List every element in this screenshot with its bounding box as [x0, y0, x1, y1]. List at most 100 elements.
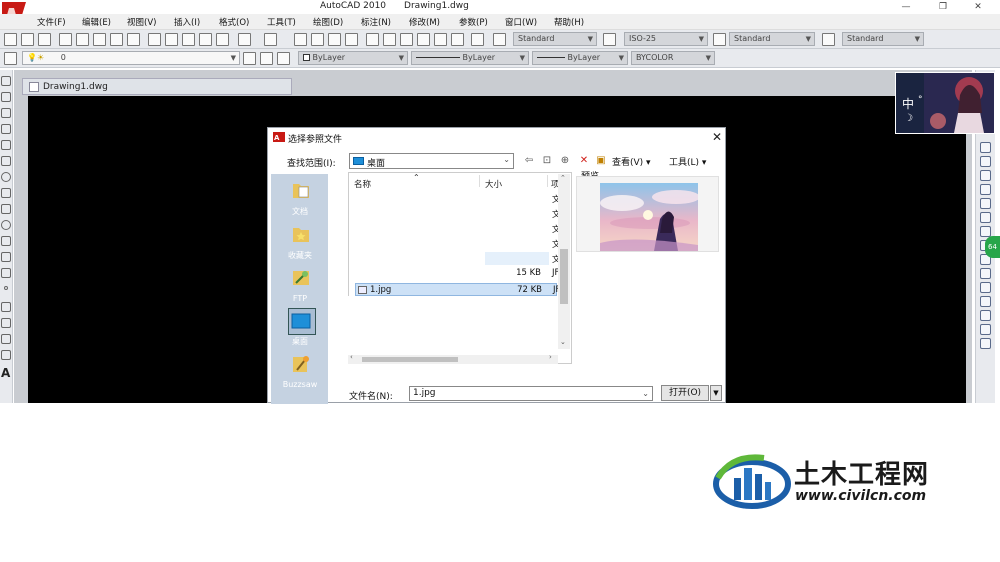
chevron-down-icon[interactable]: ⌄ [642, 387, 649, 400]
text-style-icon[interactable] [493, 33, 506, 46]
file-list-vertical-scrollbar[interactable]: ⌃ ⌄ [558, 174, 570, 349]
cut-icon[interactable] [148, 33, 161, 46]
ellipse-icon[interactable] [1, 220, 11, 230]
place-desktop[interactable]: 桌面 [275, 308, 325, 350]
sheet-set-icon[interactable] [127, 33, 140, 46]
zoom-previous-icon[interactable] [345, 33, 358, 46]
menu-edit[interactable]: 编辑(E) [82, 16, 111, 28]
layer-properties-icon[interactable] [4, 52, 17, 65]
redo-icon[interactable] [264, 33, 277, 46]
look-in-combo[interactable]: 桌面 ⌄ [349, 153, 514, 169]
file-row[interactable]: 文 [355, 207, 561, 220]
place-ftp[interactable]: FTP [275, 266, 325, 308]
dim-style-combo[interactable]: ISO-25 ▼ [624, 32, 708, 46]
scroll-left-icon[interactable]: ‹ [350, 353, 353, 361]
construction-line-icon[interactable] [1, 92, 11, 102]
text-style-combo[interactable]: Standard ▼ [513, 32, 597, 46]
menu-format[interactable]: 格式(O) [219, 16, 249, 28]
ime-chinese-mode[interactable]: 中 [902, 95, 914, 112]
file-row[interactable]: 15 KB JF [355, 267, 559, 280]
drawing-window-titlebar[interactable]: Drawing1.dwg [22, 78, 292, 95]
multileader-style-icon[interactable] [822, 33, 835, 46]
views-menu[interactable]: 查看(V) ▾ [612, 155, 651, 168]
paste-icon[interactable] [182, 33, 195, 46]
zoom-realtime-icon[interactable] [311, 33, 324, 46]
color-combo[interactable]: ByLayer ▼ [298, 51, 408, 65]
design-center-icon[interactable] [383, 33, 396, 46]
region-icon[interactable] [1, 334, 11, 344]
menu-insert[interactable]: 插入(I) [174, 16, 200, 28]
layer-previous-icon[interactable] [260, 52, 273, 65]
polyline-icon[interactable] [1, 108, 11, 118]
menu-view[interactable]: 视图(V) [127, 16, 156, 28]
pan-icon[interactable] [294, 33, 307, 46]
layer-states-icon[interactable] [277, 52, 290, 65]
save-icon[interactable] [38, 33, 51, 46]
vertical-scroll-thumb[interactable] [560, 249, 568, 304]
file-row[interactable]: 文 [355, 252, 561, 265]
scroll-right-icon[interactable]: › [549, 353, 552, 361]
polygon-icon[interactable] [1, 124, 11, 134]
dim-style-icon[interactable] [603, 33, 616, 46]
ime-status-widget[interactable]: 中 ° ☽ [895, 72, 995, 134]
place-buzzsaw[interactable]: Buzzsaw [275, 352, 325, 394]
break-icon[interactable] [980, 296, 991, 307]
hatch-icon[interactable] [1, 302, 11, 312]
file-row[interactable]: 文 [355, 192, 561, 205]
horizontal-scroll-thumb[interactable] [362, 357, 458, 362]
properties-icon[interactable] [366, 33, 379, 46]
menu-dimension[interactable]: 标注(N) [361, 16, 391, 28]
lineweight-combo[interactable]: ByLayer ▼ [532, 51, 628, 65]
floating-ball-badge[interactable]: 64 [985, 236, 1000, 258]
scroll-down-icon[interactable]: ⌄ [560, 338, 566, 346]
ellipse-arc-icon[interactable] [1, 236, 11, 246]
column-header-size[interactable]: 大小 [485, 178, 502, 190]
menu-help[interactable]: 帮助(H) [554, 16, 584, 28]
move-icon[interactable] [980, 212, 991, 223]
help-icon[interactable] [471, 33, 484, 46]
place-favorites[interactable]: 收藏夹 [275, 222, 325, 264]
quickcalc-icon[interactable] [451, 33, 464, 46]
layer-combo[interactable]: 💡☀ 0 ▼ [22, 51, 240, 65]
moon-icon[interactable]: ☽ [904, 113, 913, 124]
dialog-close-button[interactable]: ✕ [709, 129, 725, 145]
match-properties-icon[interactable] [199, 33, 212, 46]
copy-icon[interactable] [165, 33, 178, 46]
join-icon[interactable] [980, 310, 991, 321]
make-block-icon[interactable] [1, 268, 11, 278]
chamfer-icon[interactable] [980, 324, 991, 335]
multileader-style-combo[interactable]: Standard ▼ [842, 32, 924, 46]
menu-parametric[interactable]: 参数(P) [459, 16, 488, 28]
scroll-up-icon[interactable]: ⌃ [560, 174, 566, 182]
back-icon[interactable]: ⇦ [522, 154, 536, 168]
minimize-button[interactable]: — [894, 0, 918, 14]
filename-input[interactable]: 1.jpg ⌄ [409, 386, 653, 401]
sheet-set-manager-icon[interactable] [417, 33, 430, 46]
revision-cloud-icon[interactable] [1, 188, 11, 198]
trim-icon[interactable] [980, 268, 991, 279]
zoom-window-icon[interactable] [328, 33, 341, 46]
plot-preview-icon[interactable] [76, 33, 89, 46]
open-options-dropdown[interactable]: ▼ [710, 385, 722, 401]
table-style-icon[interactable] [713, 33, 726, 46]
menu-draw[interactable]: 绘图(D) [313, 16, 343, 28]
markup-icon[interactable] [434, 33, 447, 46]
delete-icon[interactable]: ✕ [577, 154, 591, 168]
tool-palettes-icon[interactable] [400, 33, 413, 46]
insert-block-icon[interactable] [1, 252, 11, 262]
open-button[interactable]: 打开(O) [661, 385, 709, 401]
menu-modify[interactable]: 修改(M) [409, 16, 440, 28]
circle-icon[interactable] [1, 172, 11, 182]
linetype-combo[interactable]: ByLayer ▼ [411, 51, 529, 65]
tools-menu[interactable]: 工具(L) ▾ [669, 155, 706, 168]
extend-icon[interactable] [980, 282, 991, 293]
offset-icon[interactable] [980, 184, 991, 195]
erase-icon[interactable] [980, 142, 991, 153]
spline-icon[interactable] [1, 204, 11, 214]
up-folder-icon[interactable]: ⊡ [540, 154, 554, 168]
mirror-icon[interactable] [980, 170, 991, 181]
make-current-layer-icon[interactable] [243, 52, 256, 65]
gradient-icon[interactable] [1, 318, 11, 328]
print-icon[interactable] [59, 33, 72, 46]
line-icon[interactable] [1, 76, 11, 86]
